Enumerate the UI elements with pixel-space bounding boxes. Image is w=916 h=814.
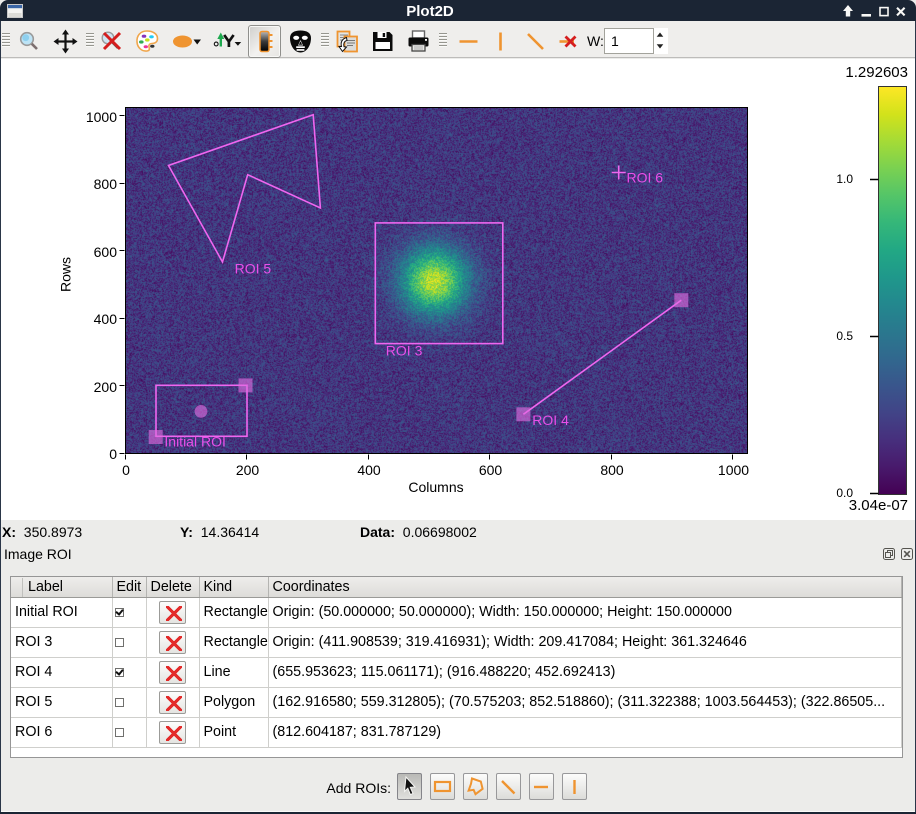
svg-text:ROI 6: ROI 6: [627, 170, 664, 186]
svg-text:Initial ROI: Initial ROI: [164, 434, 225, 450]
svg-text:ROI 3: ROI 3: [386, 342, 423, 358]
svg-text:ROI 5: ROI 5: [235, 260, 272, 276]
svg-text:ROI 4: ROI 4: [532, 412, 569, 428]
